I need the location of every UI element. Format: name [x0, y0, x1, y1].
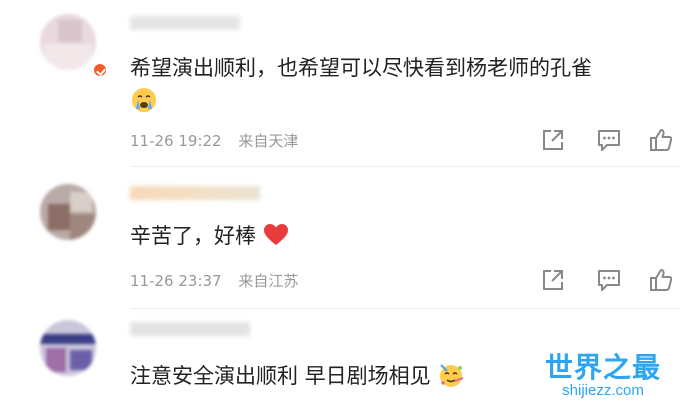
comment-meta: 11-26 19:22 来自天津 [130, 130, 298, 151]
comment-location: 来自天津 [238, 132, 299, 150]
watermark-title: 世界之最 [544, 351, 661, 384]
comment-text-content: 注意安全演出顺利 早日剧场相见 [130, 364, 431, 388]
comment-text-content: 辛苦了，好棒 [130, 224, 256, 248]
red-heart-icon [263, 223, 289, 252]
comment-1: 希望演出顺利，也希望可以尽快看到杨老师的孔雀 11-26 19:22 来自天津 [0, 0, 680, 165]
crying-face-icon [130, 86, 158, 118]
reply-icon[interactable] [596, 267, 622, 293]
share-icon[interactable] [540, 267, 566, 293]
divider [130, 308, 680, 309]
comment-text: 希望演出顺利，也希望可以尽快看到杨老师的孔雀 [130, 52, 592, 82]
comment-text: 辛苦了，好棒 [130, 220, 289, 252]
user-avatar[interactable] [40, 320, 96, 376]
comment-2: 辛苦了，好棒 11-26 23:37 来自江苏 [0, 170, 680, 305]
comment-meta: 11-26 23:37 来自江苏 [130, 270, 298, 291]
verified-badge-icon [92, 62, 108, 78]
comment-time: 11-26 23:37 [130, 272, 222, 290]
username-blurred[interactable] [130, 322, 250, 336]
like-icon[interactable] [648, 127, 674, 153]
reply-icon[interactable] [596, 127, 622, 153]
comment-time: 11-26 19:22 [130, 132, 222, 150]
username-blurred[interactable] [130, 186, 260, 200]
divider [130, 166, 680, 167]
watermark: 世界之最 shijiezz.com [536, 346, 680, 404]
watermark-url: shijiezz.com [562, 382, 644, 399]
comment-actions [540, 267, 680, 293]
comment-location: 来自江苏 [238, 272, 299, 290]
user-avatar[interactable] [40, 184, 96, 240]
party-face-icon [437, 361, 465, 394]
like-icon[interactable] [648, 267, 674, 293]
username-blurred[interactable] [130, 16, 240, 30]
comment-actions [540, 127, 680, 153]
comment-text-content: 希望演出顺利，也希望可以尽快看到杨老师的孔雀 [130, 56, 592, 80]
share-icon[interactable] [540, 127, 566, 153]
comment-text: 注意安全演出顺利 早日剧场相见 [130, 360, 465, 394]
user-avatar[interactable] [40, 14, 96, 70]
